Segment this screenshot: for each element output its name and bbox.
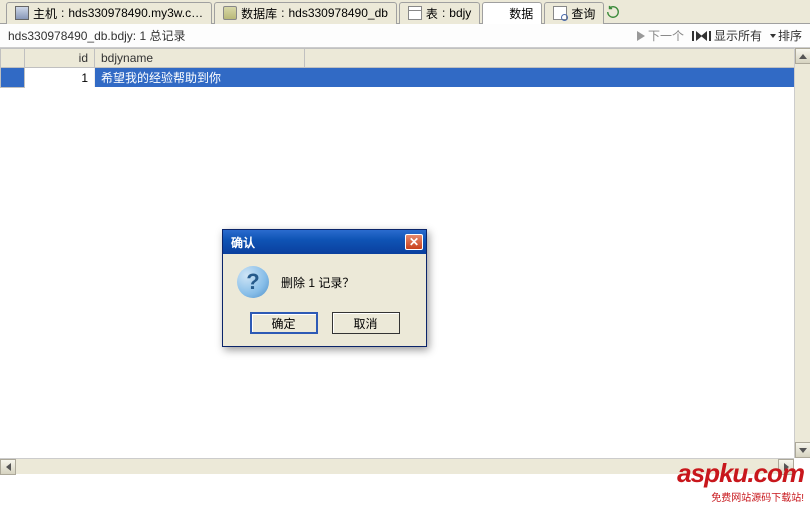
data-icon [491, 6, 505, 20]
tab-query[interactable]: 查询 [544, 2, 604, 24]
tab-host[interactable]: 主机: hds330978490.my3w.c… [6, 2, 212, 24]
tab-data[interactable]: 数据 [482, 2, 542, 24]
logo-sub: 免费网站源码下载站! [677, 489, 804, 504]
sort-button[interactable]: 排序 [770, 27, 802, 44]
close-icon: ✕ [409, 235, 419, 249]
next-label: 下一个 [648, 27, 684, 44]
tab-bar: 主机: hds330978490.my3w.c… 数据库: hds3309784… [0, 0, 810, 24]
sort-label: 排序 [778, 27, 802, 44]
confirm-dialog: 确认 ✕ ? 删除 1 记录？ 确定 取消 [222, 229, 427, 347]
show-all-label: 显示所有 [714, 27, 762, 44]
tab-database-label: 数据库 [241, 5, 277, 22]
tab-data-label: 数据 [509, 5, 533, 22]
arrow-left-icon [6, 463, 11, 471]
table-icon [408, 6, 422, 20]
vertical-scrollbar[interactable] [794, 48, 810, 458]
scroll-down-button[interactable] [795, 442, 810, 458]
logo-brand: aspku [677, 458, 747, 488]
query-icon [553, 6, 567, 20]
arrow-down-icon [799, 448, 807, 453]
chevron-down-icon [770, 34, 776, 38]
tab-table[interactable]: 表: bdjy [399, 2, 480, 24]
dialog-title-text: 确认 [231, 234, 255, 251]
column-header-name[interactable]: bdjyname [95, 49, 305, 68]
tab-host-value: hds330978490.my3w.c… [68, 6, 203, 20]
breadcrumb-bar: hds330978490_db.bdjy: 1 总记录 下一个 显示所有 排序 [0, 24, 810, 48]
question-icon: ? [237, 266, 269, 298]
close-button[interactable]: ✕ [405, 234, 423, 250]
play-icon [637, 31, 645, 41]
tab-database-value: hds330978490_db [288, 6, 387, 20]
horizontal-scrollbar[interactable] [0, 458, 794, 474]
tab-database[interactable]: 数据库: hds330978490_db [214, 2, 397, 24]
cancel-button[interactable]: 取消 [332, 312, 400, 334]
database-icon [223, 6, 237, 20]
last-icon [703, 31, 711, 41]
column-header-id[interactable]: id [25, 49, 95, 68]
cell-empty [305, 68, 810, 88]
logo-tld: .com [747, 458, 804, 488]
dialog-titlebar[interactable]: 确认 ✕ [223, 230, 426, 254]
column-header-empty [305, 49, 810, 68]
next-button[interactable]: 下一个 [637, 27, 684, 44]
row-header-corner [1, 49, 25, 68]
ok-button[interactable]: 确定 [250, 312, 318, 334]
arrow-up-icon [799, 54, 807, 59]
table-row[interactable]: 1 希望我的经验帮助到你 [1, 68, 810, 88]
row-marker [1, 68, 25, 88]
tab-host-label: 主机 [33, 5, 57, 22]
scroll-up-button[interactable] [795, 48, 810, 64]
refresh-icon[interactable] [606, 5, 620, 19]
cell-name[interactable]: 希望我的经验帮助到你 [95, 68, 305, 88]
host-icon [15, 6, 29, 20]
tab-query-label: 查询 [571, 5, 595, 22]
scroll-left-button[interactable] [0, 459, 16, 475]
tab-table-label: 表 [426, 5, 438, 22]
watermark: aspku.com 免费网站源码下载站! [0, 474, 810, 506]
show-all-button[interactable]: 显示所有 [692, 27, 762, 44]
tab-table-value: bdjy [449, 6, 471, 20]
breadcrumb-path: hds330978490_db.bdjy: 1 总记录 [8, 27, 185, 44]
dialog-message: 删除 1 记录？ [281, 274, 354, 291]
cell-id[interactable]: 1 [25, 68, 95, 88]
first-icon [692, 31, 700, 41]
